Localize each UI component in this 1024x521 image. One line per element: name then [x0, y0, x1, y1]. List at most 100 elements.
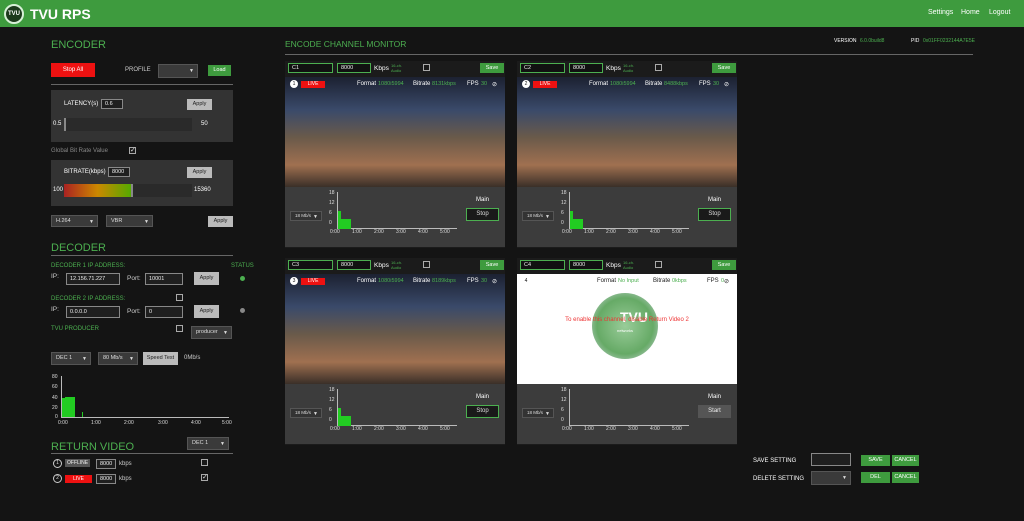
latency-apply-button[interactable]: Apply — [187, 99, 212, 110]
return-video-2-input[interactable]: 8000 — [96, 474, 116, 484]
channel-number: 4 — [522, 277, 530, 285]
chart-x-tick: 5:00 — [672, 426, 682, 432]
d2-ip-input[interactable]: 0.0.0.0 — [66, 306, 120, 318]
bitrate-apply-button[interactable]: Apply — [187, 167, 212, 178]
rate-select[interactable]: 18 Mb/s — [290, 408, 322, 418]
channel-name-input[interactable]: C3 — [288, 260, 333, 270]
speed-test-button[interactable]: Speed Test — [143, 352, 178, 365]
bitrate-slider-fill — [64, 184, 131, 197]
channel-name-input[interactable]: C1 — [288, 63, 333, 73]
latency-slider[interactable] — [64, 118, 192, 131]
bitrate-label: BITRATE(kbps) — [64, 169, 106, 175]
profile-label: PROFILE — [125, 67, 151, 73]
channel-name-input[interactable]: C4 — [520, 260, 565, 270]
channel-checkbox[interactable] — [655, 64, 662, 71]
delete-cancel-button[interactable]: CANCEL — [892, 472, 919, 483]
channel-bitrate-input[interactable]: 8000 — [337, 260, 371, 270]
channel-bitrate-input[interactable]: 8000 — [569, 260, 603, 270]
channel-name-input[interactable]: C2 — [520, 63, 565, 73]
eye-slash-icon[interactable]: ⊘ — [492, 81, 497, 88]
stop-button[interactable]: Stop — [466, 208, 499, 221]
d1-ip-label: IP: — [51, 273, 59, 280]
chart-x-tick: 3:00 — [628, 229, 638, 235]
start-button[interactable]: Start — [698, 405, 731, 418]
profile-select[interactable] — [158, 64, 198, 78]
chart-x-tick: 0:00 — [330, 229, 340, 235]
return-video-1-input[interactable]: 8000 — [96, 459, 116, 469]
return-video-2-checkbox[interactable] — [201, 473, 208, 481]
eye-slash-icon[interactable]: ⊘ — [492, 278, 497, 285]
encoder-apply-button[interactable]: Apply — [208, 216, 233, 227]
channel-bitrate-input[interactable]: 8000 — [337, 63, 371, 73]
channel-live-badge: LIVE — [533, 81, 557, 88]
d2-port-input[interactable]: 0 — [145, 306, 183, 318]
dec-x-tick: 1:00 — [91, 420, 101, 426]
d1-ip-input[interactable]: 12.156.71.227 — [66, 273, 120, 285]
decoder2-checkbox[interactable] — [176, 294, 183, 301]
chart-x-tick: 3:00 — [396, 229, 406, 235]
latency-input[interactable]: 0.6 — [101, 99, 123, 109]
tvu-producer-checkbox[interactable] — [176, 325, 183, 332]
d2-apply-button[interactable]: Apply — [194, 305, 219, 318]
eye-slash-icon[interactable]: ⊘ — [724, 81, 729, 88]
decoder1-label: DECODER 1 IP ADDRESS: — [51, 263, 126, 269]
channel-chart — [337, 192, 457, 229]
format-value: 1080i5994 — [378, 278, 404, 284]
delete-setting-select[interactable] — [811, 471, 851, 485]
channel-save-button[interactable]: Save — [712, 260, 736, 270]
d1-apply-button[interactable]: Apply — [194, 272, 219, 285]
chart-x-tick: 1:00 — [352, 426, 362, 432]
bitrate-input[interactable]: 8000 — [108, 167, 130, 177]
save-setting-label: SAVE SETTING — [753, 458, 797, 464]
cancel-button[interactable]: CANCEL — [892, 455, 919, 466]
latency-slider-handle[interactable] — [64, 118, 66, 131]
chart-y-tick: 12 — [329, 200, 335, 206]
stop-button[interactable]: Stop — [466, 405, 499, 418]
channel-checkbox[interactable] — [423, 64, 430, 71]
eye-slash-icon[interactable]: ⊘ — [724, 278, 729, 285]
bitrate-slider-handle[interactable] — [130, 184, 133, 197]
bitrate-label: Bitrate — [413, 278, 431, 284]
channel-save-button[interactable]: Save — [480, 260, 504, 270]
nav-logout[interactable]: Logout — [989, 9, 1010, 16]
stop-button[interactable]: Stop — [698, 208, 731, 221]
channel-checkbox[interactable] — [655, 261, 662, 268]
dec-select[interactable]: DEC 1 — [51, 352, 91, 365]
latency-max: 50 — [201, 121, 208, 127]
return-video-1-checkbox[interactable] — [201, 459, 208, 466]
channel-kbps-label: Kbps — [606, 262, 621, 269]
rate-mode-select[interactable]: VBR — [106, 215, 153, 227]
decoder-chart — [61, 376, 229, 418]
channel-checkbox[interactable] — [423, 261, 430, 268]
channel-live-badge: LIVE — [301, 278, 325, 285]
format-value: No Input — [618, 278, 639, 284]
fps-value: 30 — [481, 278, 488, 284]
chart-x-tick: 0:00 — [562, 229, 572, 235]
d1-port-input[interactable]: 10001 — [145, 273, 183, 285]
dec-y-tick: 80 — [52, 374, 58, 380]
save-button[interactable]: SAVE — [861, 455, 890, 466]
speed-select[interactable]: 80 Mb/s — [98, 352, 138, 365]
rate-select[interactable]: 18 Mb/s — [522, 408, 554, 418]
delete-button[interactable]: DEL — [861, 472, 890, 483]
producer-select[interactable]: producer — [191, 326, 232, 339]
stop-all-button[interactable]: Stop All — [51, 63, 95, 77]
channel-save-button[interactable]: Save — [712, 63, 736, 73]
nav-settings[interactable]: Settings — [928, 9, 953, 16]
load-button[interactable]: Load — [208, 65, 231, 76]
rate-select[interactable]: 18 Mb/s — [522, 211, 554, 221]
global-bitrate-checkbox[interactable] — [129, 146, 136, 154]
channel-live-badge: LIVE — [301, 81, 325, 88]
nav-home[interactable]: Home — [961, 9, 980, 16]
return-dec-select[interactable]: DEC 1 — [187, 437, 229, 450]
channel-kbps-label: Kbps — [374, 65, 389, 72]
save-setting-input[interactable] — [811, 453, 851, 466]
chart-y-tick: 18 — [329, 190, 335, 196]
fps-label: FPS — [467, 81, 479, 87]
encoder-title: ENCODER — [51, 39, 107, 51]
channel-save-button[interactable]: Save — [480, 63, 504, 73]
codec-select[interactable]: H.264 — [51, 215, 98, 227]
bitrate-value: 8488kbps — [664, 81, 688, 87]
channel-bitrate-input[interactable]: 8000 — [569, 63, 603, 73]
rate-select[interactable]: 18 Mb/s — [290, 211, 322, 221]
